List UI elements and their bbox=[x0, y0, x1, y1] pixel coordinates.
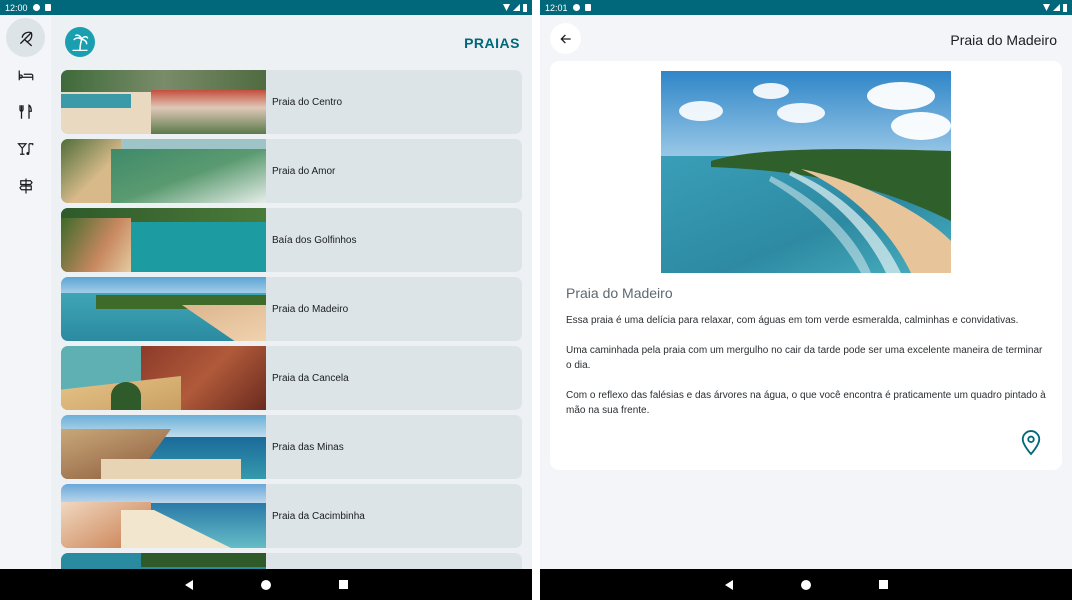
sd-card-icon bbox=[584, 4, 591, 11]
status-bar: 12:00 bbox=[0, 0, 532, 15]
beach-card-golfinhos[interactable]: Baía dos Golfinhos bbox=[61, 208, 522, 272]
battery-icon bbox=[523, 3, 527, 12]
description-paragraph: Essa praia é uma delícia para relaxar, c… bbox=[566, 315, 1019, 326]
system-home-icon[interactable] bbox=[260, 579, 271, 590]
signpost-icon bbox=[18, 178, 33, 193]
beach-name: Praia das Minas bbox=[272, 441, 344, 453]
rail-item-tours[interactable] bbox=[6, 166, 45, 205]
beach-card-partial[interactable] bbox=[61, 553, 522, 569]
beach-name: Praia do Madeiro bbox=[272, 303, 349, 315]
beach-detail-card: Praia do Madeiro Essa praia é uma delíci… bbox=[550, 61, 1062, 470]
beach-list-screen: 12:00 PRAIAS Praia do Centro Praia do Am… bbox=[0, 0, 532, 600]
beach-name: Baía dos Golfinhos bbox=[272, 234, 357, 246]
beach-card-minas[interactable]: Praia das Minas bbox=[61, 415, 522, 479]
beach-photo bbox=[61, 484, 266, 548]
beach-list: Praia do Centro Praia do Amor Baía dos G… bbox=[61, 70, 522, 569]
beach-photo bbox=[61, 346, 266, 410]
signal-icon bbox=[513, 4, 520, 11]
wifi-icon bbox=[503, 4, 510, 11]
app-logo-palm-icon bbox=[65, 27, 95, 57]
beach-icon bbox=[19, 31, 32, 46]
beach-hero-photo bbox=[661, 71, 951, 273]
beach-name: Praia da Cacimbinha bbox=[272, 510, 365, 522]
restaurant-icon bbox=[18, 103, 32, 119]
bed-icon bbox=[18, 70, 33, 80]
beach-photo bbox=[61, 208, 266, 272]
beach-heading: Praia do Madeiro bbox=[566, 285, 673, 301]
system-nav-bar bbox=[0, 569, 532, 600]
beach-card-cancela[interactable]: Praia da Cancela bbox=[61, 346, 522, 410]
system-home-icon[interactable] bbox=[800, 579, 811, 590]
app-bar: PRAIAS bbox=[51, 15, 532, 70]
location-pin-icon bbox=[1021, 430, 1041, 456]
sd-card-icon bbox=[44, 4, 51, 11]
notification-icon bbox=[572, 4, 580, 11]
page-title: Praia do Madeiro bbox=[950, 32, 1057, 48]
beach-photo bbox=[61, 415, 266, 479]
notification-icon bbox=[32, 4, 40, 11]
status-time: 12:00 bbox=[5, 2, 28, 13]
battery-icon bbox=[1063, 3, 1067, 12]
beach-photo bbox=[61, 70, 266, 134]
system-recents-icon[interactable] bbox=[338, 580, 348, 589]
beach-name: Praia do Amor bbox=[272, 165, 336, 177]
beach-photo bbox=[61, 277, 266, 341]
system-back-icon[interactable] bbox=[724, 579, 733, 590]
description-paragraph: Com o reflexo das falésias e das árvores… bbox=[566, 390, 1046, 416]
location-button[interactable] bbox=[1020, 430, 1042, 456]
beach-card-centro[interactable]: Praia do Centro bbox=[61, 70, 522, 134]
system-back-icon[interactable] bbox=[184, 579, 193, 590]
rail-item-restaurants[interactable] bbox=[6, 92, 45, 131]
system-nav-bar bbox=[540, 569, 1072, 600]
navigation-rail bbox=[0, 15, 51, 569]
beach-list-content: PRAIAS Praia do Centro Praia do Amor Baí… bbox=[51, 15, 532, 569]
arrow-back-icon bbox=[559, 33, 571, 44]
wifi-icon bbox=[1043, 4, 1050, 11]
description-paragraph: Uma caminhada pela praia com um mergulho… bbox=[566, 345, 1043, 371]
status-bar: 12:01 bbox=[540, 0, 1072, 15]
rail-item-bars[interactable] bbox=[6, 129, 45, 168]
bar-music-icon bbox=[16, 142, 33, 155]
beach-card-cacimbinha[interactable]: Praia da Cacimbinha bbox=[61, 484, 522, 548]
beach-detail-screen: 12:01 Praia do Madeiro Praia do Madeiro … bbox=[540, 0, 1072, 600]
status-time: 12:01 bbox=[545, 2, 568, 13]
back-button[interactable] bbox=[550, 23, 581, 54]
page-title: PRAIAS bbox=[464, 35, 520, 51]
beach-photo bbox=[61, 553, 266, 569]
beach-card-amor[interactable]: Praia do Amor bbox=[61, 139, 522, 203]
beach-name: Praia do Centro bbox=[272, 96, 343, 108]
beach-card-madeiro[interactable]: Praia do Madeiro bbox=[61, 277, 522, 341]
rail-item-hotels[interactable] bbox=[6, 55, 45, 94]
beach-photo bbox=[61, 139, 266, 203]
rail-item-beaches[interactable] bbox=[6, 18, 45, 57]
signal-icon bbox=[1053, 4, 1060, 11]
app-bar: Praia do Madeiro bbox=[540, 15, 1072, 61]
system-recents-icon[interactable] bbox=[878, 580, 888, 589]
beach-name: Praia da Cancela bbox=[272, 372, 349, 384]
